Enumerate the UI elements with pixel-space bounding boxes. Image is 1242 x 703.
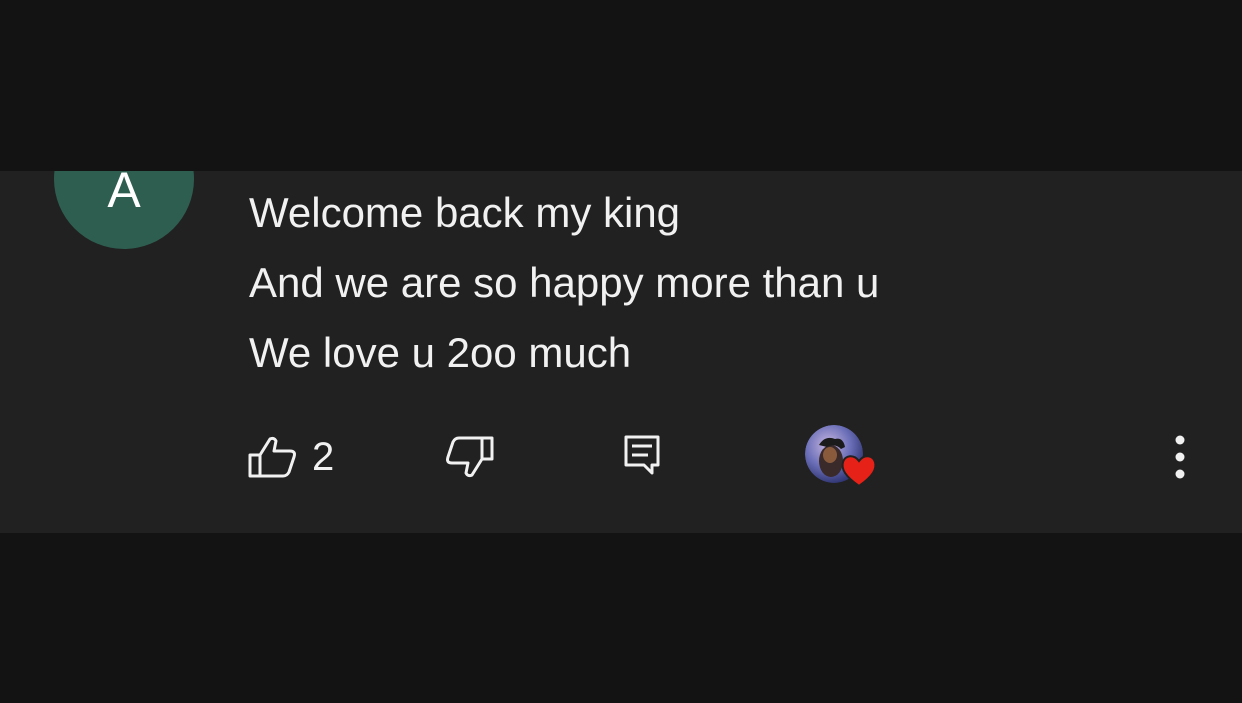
more-vertical-icon <box>1175 435 1185 479</box>
dislike-button[interactable] <box>440 433 500 481</box>
creator-heart-icon <box>841 455 877 488</box>
comment-card: A Welcome back my king And we are so hap… <box>0 171 1242 533</box>
like-button[interactable]: 2 <box>246 433 356 481</box>
more-options-button[interactable] <box>1160 427 1200 487</box>
reply-button[interactable] <box>614 429 670 481</box>
thumbs-down-icon <box>446 436 494 478</box>
reply-comment-icon <box>624 435 660 475</box>
comment-actions: 2 <box>0 171 1242 533</box>
like-count: 2 <box>312 435 335 479</box>
page: A Welcome back my king And we are so hap… <box>0 0 1242 703</box>
creator-heart[interactable] <box>805 425 885 489</box>
thumbs-up-icon <box>248 436 296 478</box>
